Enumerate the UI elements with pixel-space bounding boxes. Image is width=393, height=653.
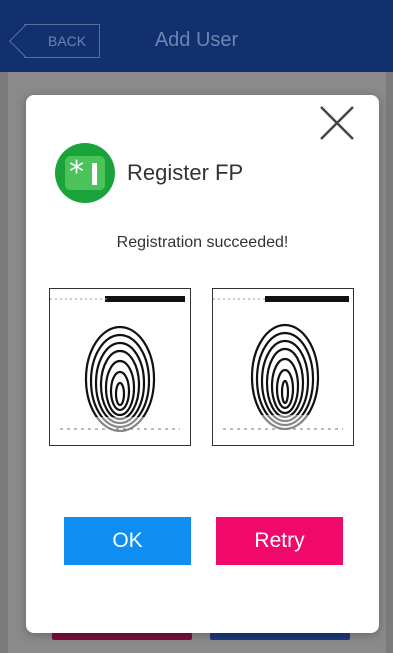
status-message: Registration succeeded! [116, 234, 289, 251]
page-title: Add User [154, 29, 239, 51]
fingerprint-image-1 [49, 288, 191, 446]
close-icon[interactable] [317, 103, 357, 143]
fingerprint-register-icon: * [55, 143, 115, 203]
app-header: BACK Add User [0, 0, 393, 72]
retry-button[interactable]: Retry [216, 517, 343, 565]
dialog-title: Register FP [127, 160, 244, 185]
fingerprint-image-2 [212, 288, 354, 446]
ok-button[interactable]: OK [64, 517, 191, 565]
register-fp-dialog: * Register FP Registration succeeded! OK… [26, 95, 379, 633]
